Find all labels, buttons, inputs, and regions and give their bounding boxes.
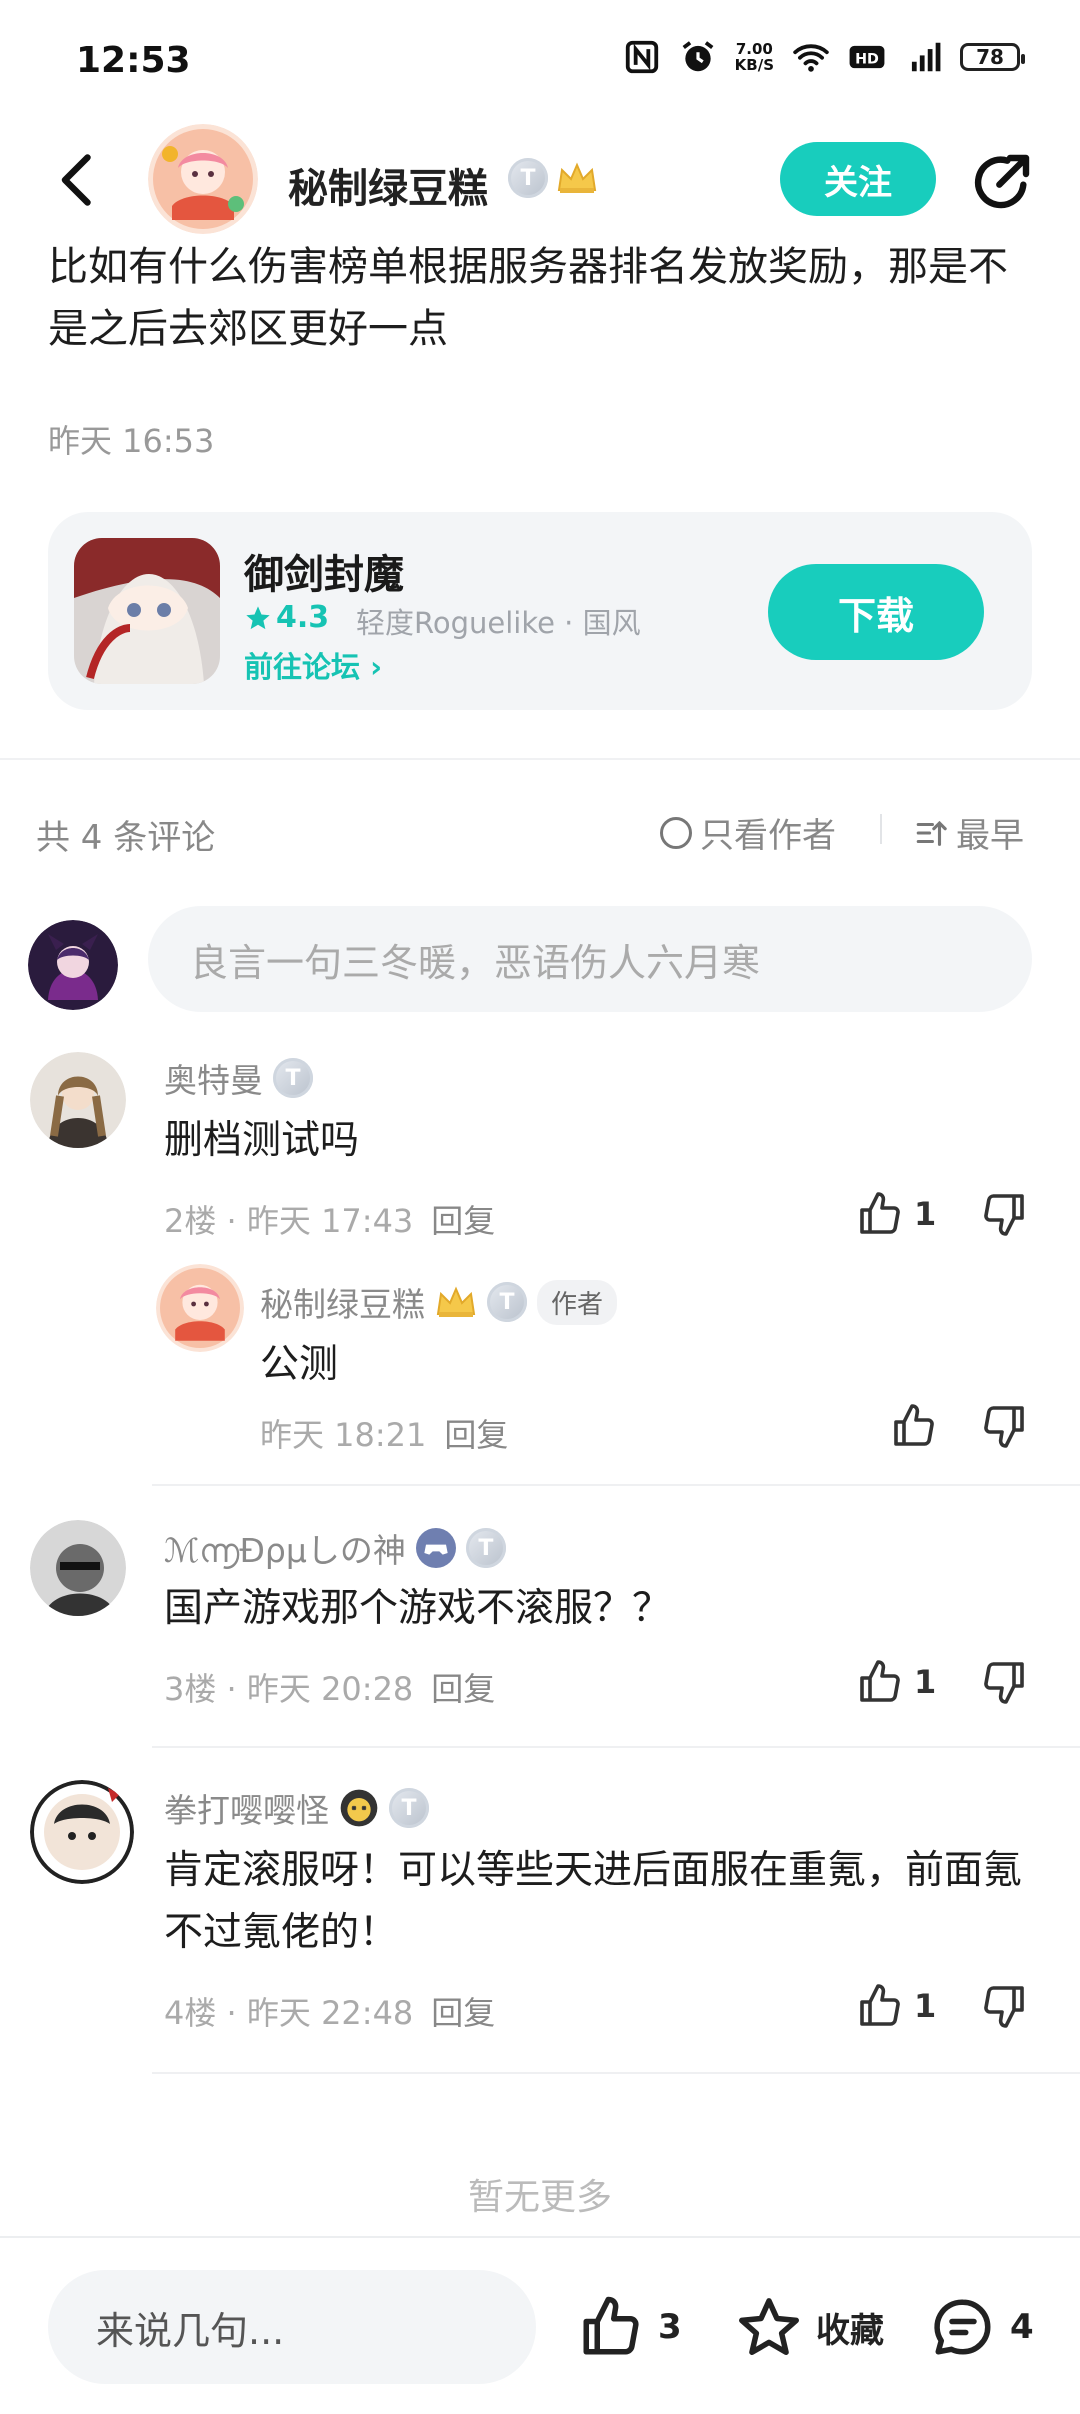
level-badge: T [508,158,548,198]
nfc-icon [625,40,658,74]
chevron-right-icon: › [370,650,383,684]
comment-text: 删档测试吗 [164,1118,360,1163]
thumbs-up-icon [860,1192,900,1234]
level-badge: T [273,1058,313,1098]
sort-toggle[interactable]: 最早 [914,808,1024,857]
star-icon [246,605,270,629]
author-tag: 作者 [537,1279,618,1325]
download-button[interactable]: 下载 [768,564,984,660]
thumbs-down-icon[interactable] [980,1402,1028,1450]
comment-meta: 3楼 · 昨天 20:28 回复 [164,1670,496,1708]
reply-button[interactable]: 回复 [431,1994,495,2032]
bottom-comment-input[interactable]: 来说几句... [48,2270,536,2384]
follow-button[interactable]: 关注 [780,142,936,216]
signal-icon [911,42,941,72]
commenter-name[interactable]: 拳打嘤嘤怪 T [164,1784,429,1832]
reply-button[interactable]: 回复 [431,1202,495,1240]
crown-icon [436,1286,476,1317]
commenter-avatar[interactable] [30,1052,126,1148]
level-badge: T [487,1282,527,1322]
forum-link[interactable]: 前往论坛 › [244,644,382,686]
back-button[interactable] [50,150,110,210]
status-icons: 7.00 KB/S HD 78 [623,38,1025,76]
thumbs-down-icon[interactable] [980,1658,1028,1706]
thumbs-down-icon[interactable] [980,1982,1028,2030]
post-body: 比如有什么伤害榜单根据服务器排名发放奖励，那是不是之后去郊区更好一点 [48,244,1008,352]
header-separator [880,814,882,844]
sort-icon [916,820,947,846]
comment-meta: 4楼 · 昨天 22:48 回复 [164,1994,496,2032]
svg-text:HD: HD [855,51,879,67]
reply-user[interactable]: 秘制绿豆糕 T 作者 [260,1278,618,1326]
post-like-button[interactable]: 3 [578,2294,682,2360]
thumbs-up-icon [860,1984,900,2026]
reply-meta: 昨天 18:21 回复 [260,1416,509,1454]
author-avatar[interactable] [148,124,258,234]
radio-icon [660,816,692,849]
only-author-toggle[interactable]: 只看作者 [660,808,836,857]
comment-bubble-icon [934,2299,991,2355]
comment-like-button[interactable]: 1 [856,1658,936,1706]
thumbs-up-icon [583,2296,639,2355]
comment-input[interactable]: 良言一句三冬暖，恶语伤人六月寒 [148,906,1032,1012]
game-tags: 轻度Roguelike · 国风 [356,606,641,640]
game-rating: 4.3 [244,600,329,635]
game-icon[interactable] [74,538,220,684]
reply-button[interactable]: 回复 [444,1416,508,1454]
section-divider [0,758,1080,760]
comment-divider [152,1746,1080,1748]
star-icon [739,2298,799,2356]
alarm-icon [682,41,714,72]
thumbs-up-icon[interactable] [890,1402,938,1450]
post-time: 昨天 16:53 [48,422,215,460]
crown-icon [557,162,597,193]
share-icon[interactable] [970,150,1034,214]
commenter-avatar[interactable] [30,1520,126,1616]
comment-like-button[interactable]: 1 [856,1190,936,1238]
comment-like-button[interactable]: 1 [856,1982,936,2030]
comment-text: 国产游戏那个游戏不滚服？？ [164,1586,672,1631]
comments-button[interactable]: 4 [930,2294,1034,2360]
comment-count: 共 4 条评论 [36,818,216,858]
thumbs-down-icon[interactable] [980,1190,1028,1238]
comment-meta: 2楼 · 昨天 17:43 回复 [164,1202,496,1240]
commenter-avatar[interactable] [30,1780,134,1884]
reply-avatar[interactable] [156,1264,244,1352]
status-time: 12:53 [76,40,191,81]
wifi-icon [793,44,829,72]
commenter-name[interactable]: ℳ൬Ɖρμしの神 T [164,1524,506,1572]
comment-text: 肯定滚服呀！可以等些天进后面服在重氪，前面氪不过氪佬的！ [164,1848,1023,1955]
gamepad-icon [415,1528,456,1568]
collect-button[interactable]: 收藏 [736,2294,884,2360]
hd-icon: HD [849,45,885,69]
my-avatar[interactable] [28,920,118,1010]
commenter-name[interactable]: 奥特曼 T [164,1054,313,1102]
author-name[interactable]: 秘制绿豆糕 [288,156,488,214]
net-speed: 7.00 KB/S [734,40,774,74]
no-more-label: 暂无更多 [467,2177,612,2218]
thumbs-up-icon [860,1660,900,1702]
game-name[interactable]: 御剑封魔 [244,542,404,600]
level-badge: T [389,1788,429,1828]
reply-text: 公测 [260,1342,339,1387]
reply-button[interactable]: 回复 [431,1670,495,1708]
level-badge: T [465,1528,506,1568]
comment-divider [152,2072,1080,2074]
battery-icon: 78 [960,43,1025,71]
emoji-badge-icon [340,1789,378,1827]
comment-divider [152,1484,1080,1486]
